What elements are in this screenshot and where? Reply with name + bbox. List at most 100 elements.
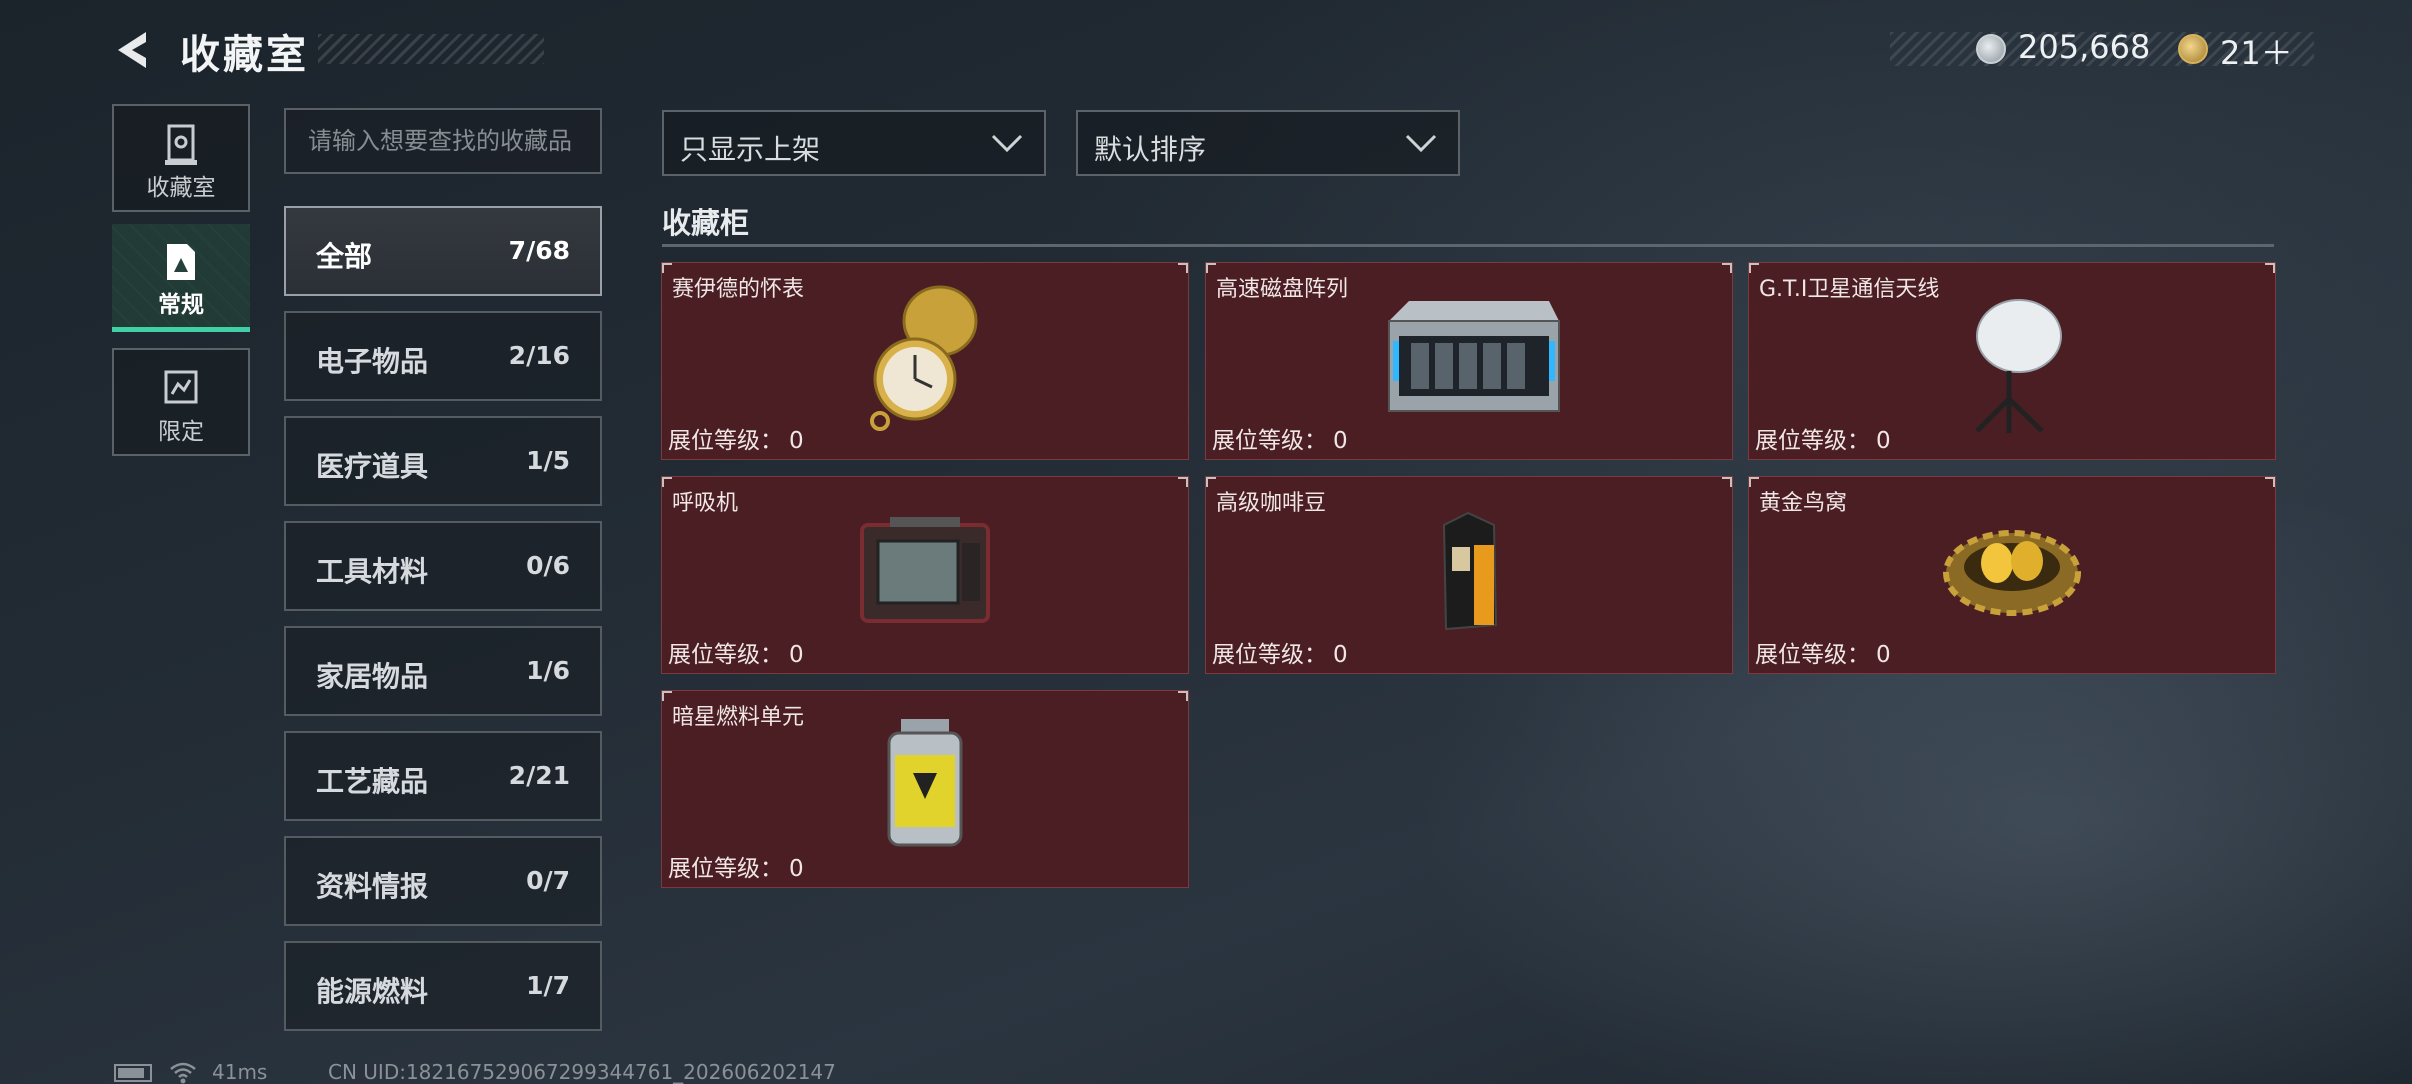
listed-filter-value: 只显示上架 bbox=[680, 133, 821, 166]
collectible-card[interactable]: 高级咖啡豆 展位等级： 0 bbox=[1205, 476, 1733, 674]
coin-balance: 205,668 bbox=[2018, 28, 2151, 66]
booth-level: 展位等级： 0 bbox=[1212, 635, 1348, 669]
category-count: 2/21 bbox=[508, 761, 570, 790]
search-box[interactable] bbox=[284, 108, 602, 174]
collectible-card[interactable]: 赛伊德的怀表 展位等级： 0 bbox=[661, 262, 1189, 460]
nav-collection-room[interactable]: 收藏室 bbox=[112, 104, 250, 212]
satellite-dish-icon bbox=[1975, 299, 2062, 433]
document-icon bbox=[167, 244, 195, 280]
nav-limited[interactable]: 限定 bbox=[112, 348, 250, 456]
card-corner bbox=[662, 477, 672, 487]
category-name: 电子物品 bbox=[316, 345, 429, 378]
booth-level-value: 0 bbox=[1876, 428, 1891, 454]
booth-level-label: 展位等级： bbox=[1212, 642, 1327, 668]
limited-badge-icon bbox=[164, 370, 198, 404]
category-count: 7/68 bbox=[508, 236, 570, 265]
booth-level-label: 展位等级： bbox=[668, 642, 783, 668]
booth-level-value: 0 bbox=[1333, 642, 1348, 668]
category-name: 医疗道具 bbox=[316, 450, 429, 483]
booth-level-value: 0 bbox=[789, 856, 804, 882]
display-case-icon bbox=[165, 124, 197, 165]
card-corner bbox=[1749, 263, 1759, 273]
booth-level-value: 0 bbox=[1876, 642, 1891, 668]
card-corner bbox=[1178, 691, 1188, 701]
booth-level-label: 展位等级： bbox=[1212, 428, 1327, 454]
sort-dropdown[interactable]: 默认排序 bbox=[1076, 110, 1460, 176]
collectible-card[interactable]: G.T.I卫星通信天线 展位等级： 0 bbox=[1748, 262, 2276, 460]
ping-readout: 41ms bbox=[212, 1060, 268, 1084]
category-name: 资料情报 bbox=[316, 870, 429, 903]
item-name: 高速磁盘阵列 bbox=[1216, 277, 1349, 302]
card-corner bbox=[1178, 477, 1188, 487]
item-name: 黄金鸟窝 bbox=[1759, 491, 1848, 516]
coffee-bag-icon bbox=[1442, 511, 1498, 631]
nav-regular[interactable]: 常规 bbox=[112, 224, 250, 332]
booth-level-label: 展位等级： bbox=[1755, 642, 1870, 668]
silver-coin-icon bbox=[1976, 34, 2006, 64]
booth-level-label: 展位等级： bbox=[668, 428, 783, 454]
card-corner bbox=[2265, 477, 2275, 487]
category-count: 0/7 bbox=[526, 866, 570, 895]
golden-nest-icon bbox=[1943, 530, 2081, 616]
booth-level: 展位等级： 0 bbox=[668, 849, 804, 883]
category-household[interactable]: 家居物品 1/6 bbox=[284, 626, 602, 716]
category-energy[interactable]: 能源燃料 1/7 bbox=[284, 941, 602, 1031]
card-corner bbox=[1722, 477, 1732, 487]
category-count: 1/5 bbox=[526, 446, 570, 475]
listed-filter-dropdown[interactable]: 只显示上架 bbox=[662, 110, 1046, 176]
booth-level: 展位等级： 0 bbox=[668, 421, 804, 455]
title-decoration bbox=[318, 34, 544, 64]
ventilator-icon bbox=[860, 517, 990, 623]
card-corner bbox=[662, 691, 672, 701]
sort-value: 默认排序 bbox=[1094, 133, 1207, 166]
booth-level-value: 0 bbox=[1333, 428, 1348, 454]
chevron-down-icon bbox=[1405, 134, 1437, 153]
booth-level-label: 展位等级： bbox=[668, 856, 783, 882]
collectible-card[interactable]: 黄金鸟窝 展位等级： 0 bbox=[1748, 476, 2276, 674]
category-name: 工艺藏品 bbox=[316, 765, 429, 798]
nav-regular-label: 常规 bbox=[158, 292, 204, 318]
card-corner bbox=[1749, 477, 1759, 487]
item-name: 呼吸机 bbox=[672, 491, 739, 516]
search-input[interactable] bbox=[286, 110, 600, 172]
battery-icon bbox=[114, 1064, 152, 1082]
card-corner bbox=[662, 263, 672, 273]
category-count: 2/16 bbox=[508, 341, 570, 370]
category-name: 工具材料 bbox=[316, 555, 429, 588]
category-electronics[interactable]: 电子物品 2/16 bbox=[284, 311, 602, 401]
booth-level: 展位等级： 0 bbox=[1755, 635, 1891, 669]
chevron-down-icon bbox=[991, 134, 1023, 153]
booth-level-value: 0 bbox=[789, 428, 804, 454]
nav-limited-label: 限定 bbox=[158, 419, 204, 445]
wifi-icon bbox=[170, 1062, 196, 1084]
section-title: 收藏柜 bbox=[662, 206, 750, 240]
booth-level: 展位等级： 0 bbox=[1755, 421, 1891, 455]
gold-balance[interactable]: 21＋ bbox=[2220, 28, 2293, 74]
collectible-card[interactable]: 高速磁盘阵列 展位等级： 0 bbox=[1205, 262, 1733, 460]
category-name: 能源燃料 bbox=[316, 975, 429, 1008]
category-count: 0/6 bbox=[526, 551, 570, 580]
section-divider bbox=[662, 244, 2274, 247]
card-corner bbox=[1206, 477, 1216, 487]
category-count: 1/6 bbox=[526, 656, 570, 685]
category-tools[interactable]: 工具材料 0/6 bbox=[284, 521, 602, 611]
fuel-cell-icon bbox=[887, 719, 963, 847]
collectible-card[interactable]: 暗星燃料单元 展位等级： 0 bbox=[661, 690, 1189, 888]
item-name: 暗星燃料单元 bbox=[672, 705, 805, 730]
category-all[interactable]: 全部 7/68 bbox=[284, 206, 602, 296]
category-name: 全部 bbox=[316, 240, 373, 273]
item-name: G.T.I卫星通信天线 bbox=[1759, 277, 1940, 302]
category-crafts[interactable]: 工艺藏品 2/21 bbox=[284, 731, 602, 821]
back-arrow-icon[interactable] bbox=[112, 28, 156, 72]
card-corner bbox=[1178, 263, 1188, 273]
booth-level-label: 展位等级： bbox=[1755, 428, 1870, 454]
page-title: 收藏室 bbox=[180, 32, 309, 78]
gold-coin-icon[interactable] bbox=[2178, 34, 2208, 64]
category-medical[interactable]: 医疗道具 1/5 bbox=[284, 416, 602, 506]
category-name: 家居物品 bbox=[316, 660, 429, 693]
collectible-card[interactable]: 呼吸机 展位等级： 0 bbox=[661, 476, 1189, 674]
uid-readout: CN UID:18216752906729934476​1_2026062021… bbox=[328, 1060, 836, 1084]
booth-level: 展位等级： 0 bbox=[1212, 421, 1348, 455]
booth-level-value: 0 bbox=[789, 642, 804, 668]
category-intel[interactable]: 资料情报 0/7 bbox=[284, 836, 602, 926]
